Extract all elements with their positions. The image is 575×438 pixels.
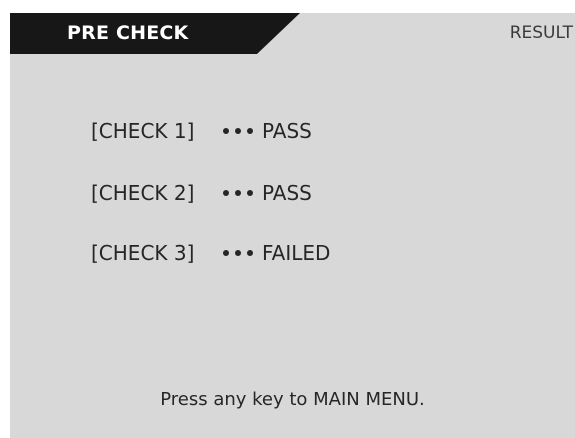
pre-check-screen: PRE CHECK RESULT [CHECK 1] PASS [CHECK 2… bbox=[10, 13, 575, 438]
check-row-3: [CHECK 3] FAILED bbox=[91, 238, 330, 268]
check-row-2: [CHECK 2] PASS bbox=[91, 178, 312, 208]
header-bar: PRE CHECK RESULT bbox=[10, 13, 575, 54]
check-2-status: PASS bbox=[262, 181, 312, 205]
check-3-label: [CHECK 3] bbox=[91, 241, 195, 265]
check-1-status: PASS bbox=[262, 119, 312, 143]
tab-pre-check-label: PRE CHECK bbox=[67, 22, 189, 44]
check-1-label: [CHECK 1] bbox=[91, 119, 195, 143]
ellipsis-dots-icon bbox=[223, 250, 253, 256]
ellipsis-dots-icon bbox=[223, 128, 253, 134]
ellipsis-dots-icon bbox=[223, 190, 253, 196]
check-2-label: [CHECK 2] bbox=[91, 181, 195, 205]
main-menu-prompt: Press any key to MAIN MENU. bbox=[160, 389, 425, 410]
tab-result: RESULT bbox=[509, 23, 573, 43]
check-3-status: FAILED bbox=[262, 241, 331, 265]
check-row-1: [CHECK 1] PASS bbox=[91, 116, 312, 146]
